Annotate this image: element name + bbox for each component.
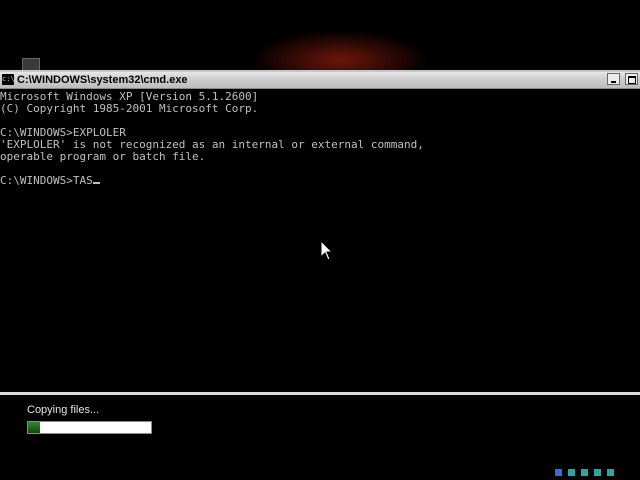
text-cursor: [92, 182, 100, 184]
loading-indicator: [549, 463, 614, 476]
mouse-pointer-icon: [320, 240, 334, 261]
loading-dot: [581, 469, 588, 476]
console-prompt-line[interactable]: C:\WINDOWS>TAS: [0, 175, 640, 187]
maximize-icon[interactable]: [625, 73, 638, 85]
progress-fill: [28, 422, 41, 433]
loading-dot: [594, 469, 601, 476]
setup-status-bar: Copying files...: [0, 392, 640, 480]
window-controls: [606, 73, 638, 87]
cmd-icon[interactable]: c:\: [2, 74, 15, 85]
console-prompt-text: C:\WINDOWS>TAS: [0, 174, 93, 187]
console-line: (C) Copyright 1985-2001 Microsoft Corp.: [0, 102, 259, 115]
window-titlebar[interactable]: c:\ C:\WINDOWS\system32\cmd.exe: [0, 72, 640, 89]
console-line: operable program or batch file.: [0, 150, 206, 163]
minimize-icon[interactable]: [606, 73, 620, 85]
loading-dot: [607, 469, 614, 476]
loading-dot: [568, 469, 575, 476]
progress-bar: [27, 421, 152, 434]
console-output[interactable]: Microsoft Windows XP [Version 5.1.2600] …: [0, 89, 640, 187]
window-title: C:\WINDOWS\system32\cmd.exe: [17, 74, 188, 86]
status-text: Copying files...: [27, 404, 100, 416]
cmd-window[interactable]: c:\ C:\WINDOWS\system32\cmd.exe Microsof…: [0, 70, 640, 394]
loading-dot: [555, 469, 562, 476]
